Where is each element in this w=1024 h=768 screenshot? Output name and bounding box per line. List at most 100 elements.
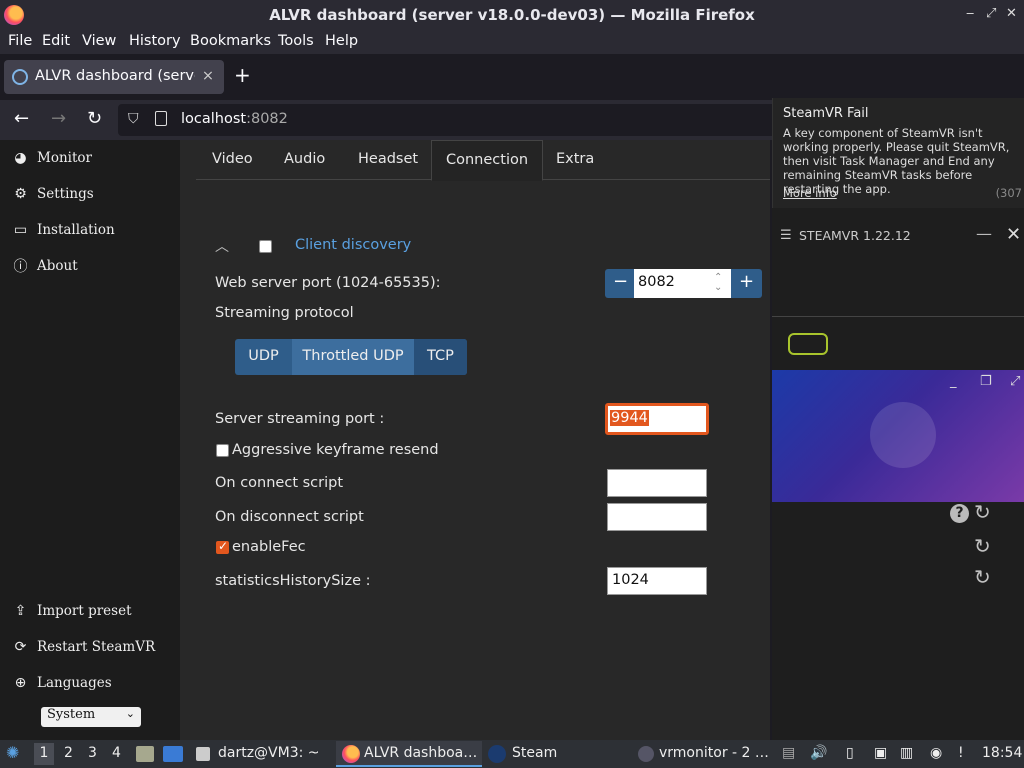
decrement-button[interactable]: − xyxy=(613,271,628,292)
tab-headset[interactable]: Headset xyxy=(358,140,418,181)
collapse-chevron-icon[interactable]: ︿ xyxy=(215,236,229,256)
tab-close-icon[interactable]: × xyxy=(202,68,214,84)
desktop-icon[interactable] xyxy=(163,746,183,762)
reload-icon[interactable]: ↻ xyxy=(87,108,102,129)
tab-extra[interactable]: Extra xyxy=(556,140,594,181)
gears-icon: ⚙ xyxy=(14,185,27,202)
display-icon[interactable]: ▣ xyxy=(874,745,887,761)
page-info-icon[interactable] xyxy=(155,111,167,126)
protocol-udp-button[interactable]: UDP xyxy=(235,339,292,375)
on-connect-label: On connect script xyxy=(215,475,344,491)
new-tab-button[interactable]: + xyxy=(234,63,251,87)
stats-history-input[interactable]: 1024 xyxy=(607,567,707,595)
menu-tools[interactable]: Tools xyxy=(278,33,314,49)
headset-status-icon[interactable] xyxy=(788,333,828,355)
tab-audio[interactable]: Audio xyxy=(284,140,325,181)
chevron-down-icon: ⌄ xyxy=(125,707,135,720)
restore-icon[interactable]: ❐ xyxy=(980,374,992,389)
clipboard-icon[interactable]: ▤ xyxy=(782,745,795,761)
sidebar-item-monitor[interactable]: ◕ Monitor xyxy=(12,149,92,166)
menu-help[interactable]: Help xyxy=(325,33,358,49)
enable-fec-checkbox[interactable] xyxy=(216,539,229,554)
language-select[interactable]: System ⌄ xyxy=(41,707,141,727)
sidebar-item-settings[interactable]: ⚙ Settings xyxy=(12,185,93,202)
dashboard-icon: ◕ xyxy=(14,149,27,166)
notes-icon[interactable]: ▯ xyxy=(846,745,854,761)
sidebar-item-label: Restart SteamVR xyxy=(37,638,156,655)
reset-icon[interactable]: ↻ xyxy=(974,565,991,589)
tab-connection[interactable]: Connection xyxy=(431,140,544,181)
aggressive-keyframe-checkbox[interactable] xyxy=(216,444,229,457)
sidebar-item-languages[interactable]: ⊕ Languages xyxy=(12,674,112,691)
hdd-icon: ▭ xyxy=(13,221,28,238)
tab-video[interactable]: Video xyxy=(212,140,253,181)
file-manager-icon[interactable] xyxy=(136,746,154,762)
server-streaming-port-label: Server streaming port : xyxy=(215,411,385,427)
close-icon[interactable]: ✕ xyxy=(1006,224,1021,245)
alvr-favicon-icon xyxy=(12,69,28,85)
workspace-3[interactable]: 3 xyxy=(88,745,97,761)
hamburger-menu-icon[interactable]: ☰ xyxy=(780,228,792,243)
steamvr-window: ☰ STEAMVR 1.22.12 — ✕ _ ❐ ⤢ ? ↻ ↻ ↻ xyxy=(772,208,1024,740)
streaming-protocol-label: Streaming protocol xyxy=(215,305,354,321)
on-connect-input[interactable] xyxy=(607,469,707,497)
help-icon[interactable]: ? xyxy=(950,504,969,523)
browser-tab-label: ALVR dashboard (server xyxy=(35,68,195,84)
steam-icon xyxy=(488,745,506,763)
protocol-throttled-udp-button[interactable]: Throttled UDP xyxy=(292,339,414,375)
shield-icon[interactable]: ⛉ xyxy=(128,111,139,127)
globe-icon: ⊕ xyxy=(14,674,27,691)
maximize-icon[interactable]: ⤢ xyxy=(986,6,996,21)
close-icon[interactable]: ✕ xyxy=(1006,6,1017,21)
steam-window-thumbnail[interactable]: _ ❐ ⤢ xyxy=(772,370,1024,502)
window-titlebar: ALVR dashboard (server v18.0.0-dev03) — … xyxy=(0,0,1024,30)
minimize-icon[interactable]: ‒ xyxy=(966,6,974,21)
menu-bookmarks[interactable]: Bookmarks xyxy=(190,33,271,49)
reset-icon[interactable]: ↻ xyxy=(974,534,991,558)
workspace-4[interactable]: 4 xyxy=(112,745,121,761)
web-server-port-input[interactable]: 8082 ⌃ ⌄ xyxy=(634,269,731,298)
sidebar-item-label: Languages xyxy=(37,674,112,691)
reset-icon[interactable]: ↻ xyxy=(974,500,991,524)
more-info-link[interactable]: More info xyxy=(783,186,837,200)
on-disconnect-input[interactable] xyxy=(607,503,707,531)
increment-button[interactable]: + xyxy=(739,271,754,292)
divider xyxy=(772,316,1024,317)
alert-icon[interactable]: ! xyxy=(958,745,964,761)
back-icon[interactable]: ← xyxy=(14,108,29,129)
tab-strip: ALVR dashboard (server × + xyxy=(0,54,1024,100)
spinner-icon[interactable]: ⌃ ⌄ xyxy=(714,273,722,293)
url-text[interactable]: localhost:8082 xyxy=(181,111,288,127)
minimize-icon[interactable]: _ xyxy=(950,374,957,389)
network-icon[interactable]: ▥ xyxy=(900,745,913,761)
browser-tab[interactable]: ALVR dashboard (server × xyxy=(4,60,224,94)
forward-icon[interactable]: → xyxy=(51,108,66,129)
sidebar-item-restart-steamvr[interactable]: ⟳ Restart SteamVR xyxy=(12,638,156,655)
client-discovery-label[interactable]: Client discovery xyxy=(295,237,411,253)
workspace-1[interactable]: 1 xyxy=(34,743,54,765)
menu-edit[interactable]: Edit xyxy=(42,33,70,49)
volume-icon[interactable]: 🔊 xyxy=(810,745,827,761)
server-streaming-port-input[interactable]: 9944 xyxy=(605,403,709,435)
taskbar-app-firefox[interactable]: ALVR dashboa… xyxy=(364,745,477,761)
protocol-tcp-button[interactable]: TCP xyxy=(414,339,467,375)
menu-view[interactable]: View xyxy=(82,33,116,49)
sidebar-item-label: About xyxy=(37,257,78,274)
sidebar-item-about[interactable]: ⓘ About xyxy=(12,257,78,275)
taskbar-app-steam[interactable]: Steam xyxy=(512,745,557,761)
steam-tray-icon[interactable]: ◉ xyxy=(930,745,942,761)
fullscreen-icon[interactable]: ⤢ xyxy=(1010,374,1020,389)
workspace-2[interactable]: 2 xyxy=(64,745,73,761)
menu-history[interactable]: History xyxy=(129,33,181,49)
start-menu-icon[interactable]: ✺ xyxy=(6,743,19,762)
window-title: ALVR dashboard (server v18.0.0-dev03) — … xyxy=(269,6,755,24)
taskbar-app-terminal[interactable]: dartz@VM3: ~ xyxy=(218,745,320,761)
menu-file[interactable]: File xyxy=(8,33,32,49)
sidebar-item-label: Installation xyxy=(37,221,115,238)
url-bar[interactable]: ⛉ localhost:8082 xyxy=(118,104,778,136)
taskbar-app-vrmonitor[interactable]: vrmonitor - 2 … xyxy=(659,745,769,761)
sidebar-item-import-preset[interactable]: ⇪ Import preset xyxy=(12,602,132,619)
sidebar-item-installation[interactable]: ▭ Installation xyxy=(12,221,115,238)
minimize-icon[interactable]: — xyxy=(976,224,992,243)
client-discovery-checkbox[interactable] xyxy=(259,240,272,253)
